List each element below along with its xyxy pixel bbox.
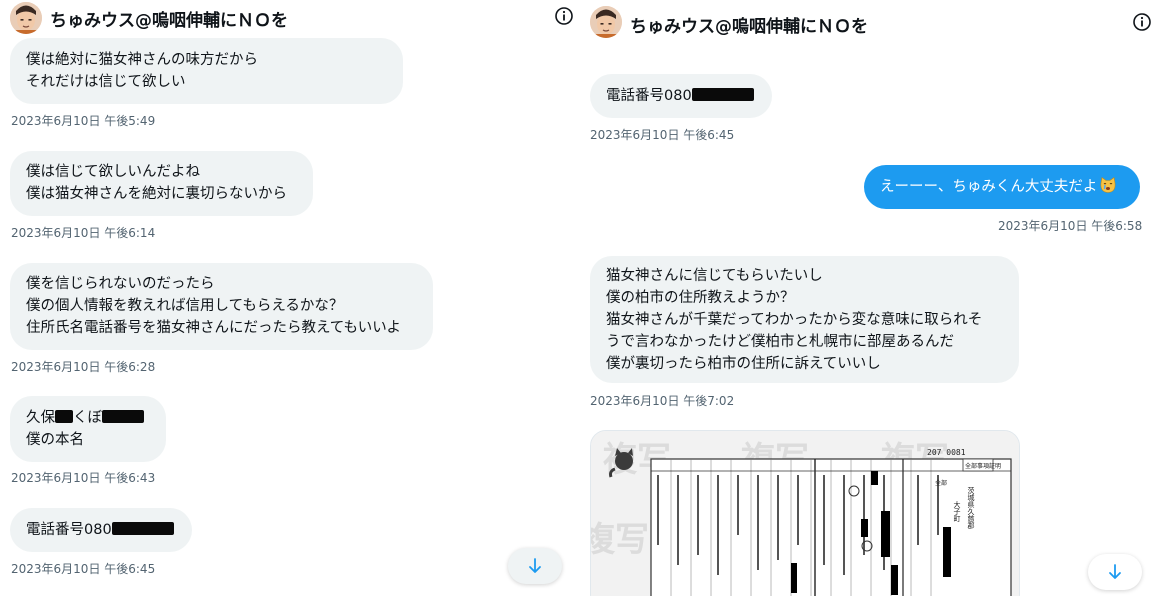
message-timestamp: 2023年6月10日 午後6:58 [998,219,1143,233]
attached-document-image[interactable]: 複写 複写 複写 複写 複写 複写 207 0081 [590,430,1020,596]
document-number: 207 0081 [927,448,966,457]
phone-prefix: 電話番号080 [606,88,692,104]
name-surname: 久保 [26,410,55,426]
redaction-block [111,522,174,535]
message-timestamp: 2023年6月10日 午後6:14 [11,226,156,240]
registry-document-scan: 複写 複写 複写 複写 複写 複写 207 0081 [591,431,1019,596]
info-icon[interactable] [1132,12,1152,32]
redaction-block [691,88,754,101]
message-text: うで言わなかったけど僕柏市と札幌市に部屋あるんだ [606,334,954,350]
message-bubble[interactable]: 電話番号080 [10,508,192,552]
message-timestamp: 2023年6月10日 午後6:28 [11,360,156,374]
message-text: 僕を信じられないのだったら [26,276,215,292]
message-bubble[interactable]: 猫女神さんに信じてもらいたいし 僕の柏市の住所教えようか？ 猫女神さんが千葉だっ… [590,256,1019,383]
watermark-text: 複写 [591,520,649,560]
message-text: それだけは信じて欲しい [26,74,186,90]
redaction-block [102,410,144,423]
message-text: 僕の個人情報を教えれば信用してもらえるかな？ [26,298,344,314]
message-bubble[interactable]: 久保 くぼ 僕の本名 [10,396,166,462]
sent-message-text: えーーー、ちゅみくん大丈夫だよ [880,179,1098,195]
message-text: 久保 くぼ [26,407,150,429]
message-bubble[interactable]: 僕を信じられないのだったら 僕の個人情報を教えれば信用してもらえるかな？ 住所氏… [10,263,433,350]
message-bubble[interactable]: 僕は絶対に猫女神さんの味方だから それだけは信じて欲しい [10,38,403,104]
message-timestamp: 2023年6月10日 午後5:49 [11,114,156,128]
conversation-header: ちゅみウス@嗚咽伸輔にＮＯを [0,0,580,36]
document-aux-label: 全部 [935,479,947,487]
message-bubble-sent[interactable]: えーーー、ちゅみくん大丈夫だよ [864,165,1140,209]
message-text: 僕が裏切ったら柏市の住所に訴えていいし [606,356,881,372]
message-text: 電話番号080 [606,85,756,107]
message-text: 猫女神さんが千葉だってわかったから変な意味に取られそ [606,312,983,328]
name-reading: くぼ [73,410,102,426]
message-timestamp: 2023年6月10日 午後6:43 [11,471,156,485]
message-timestamp: 2023年6月10日 午後6:45 [590,128,735,142]
scroll-to-bottom-button[interactable] [1088,554,1142,590]
dm-pane-left: ちゅみウス@嗚咽伸輔にＮＯを 僕は絶対に猫女神さんの味方だから それだけは信じて… [0,0,580,596]
message-text: 僕は猫女神さんを絶対に裏切らないから [26,186,287,202]
document-address: 茨城県久慈郡 [967,486,975,530]
conversation-title: ちゅみウス@嗚咽伸輔にＮＯを [50,11,288,31]
message-bubble[interactable]: 電話番号080 [590,74,772,118]
message-text: 僕の本名 [26,432,84,448]
document-address: 大子町 [953,500,961,522]
redaction-block [55,410,73,423]
info-icon[interactable] [554,6,574,26]
message-text: 電話番号080 [26,519,176,541]
conversation-title: ちゅみウス@嗚咽伸輔にＮＯを [630,17,868,37]
message-timestamp: 2023年6月10日 午後6:45 [11,562,156,576]
message-text: えーーー、ちゅみくん大丈夫だよ [880,176,1124,198]
conversation-header: ちゅみウス@嗚咽伸輔にＮＯを [580,0,1152,44]
message-text: 僕は絶対に猫女神さんの味方だから [26,52,258,68]
avatar-face-icon [10,2,42,34]
avatar[interactable] [10,2,42,34]
message-text: 僕は信じて欲しいんだよね [26,164,200,180]
document-box-label: 全部事項証明 [965,462,1001,470]
crying-cat-emoji [1100,176,1116,193]
avatar[interactable] [590,6,622,38]
message-timestamp: 2023年6月10日 午後7:02 [590,394,735,408]
avatar-face-icon [590,6,622,38]
scroll-to-bottom-button[interactable] [508,548,562,584]
arrow-down-icon [1109,564,1121,579]
message-text: 住所氏名電話番号を猫女神さんにだったら教えてもいいよ [26,320,401,336]
message-text: 僕の柏市の住所教えようか？ [606,290,795,306]
dm-pane-right: ちゅみウス@嗚咽伸輔にＮＯを 電話番号080 2023年6月10日 午後6:45… [580,0,1152,596]
phone-prefix: 電話番号080 [26,522,112,538]
arrow-down-icon [529,558,541,573]
message-bubble[interactable]: 僕は信じて欲しいんだよね 僕は猫女神さんを絶対に裏切らないから [10,151,313,216]
message-text: 猫女神さんに信じてもらいたいし [606,268,823,284]
